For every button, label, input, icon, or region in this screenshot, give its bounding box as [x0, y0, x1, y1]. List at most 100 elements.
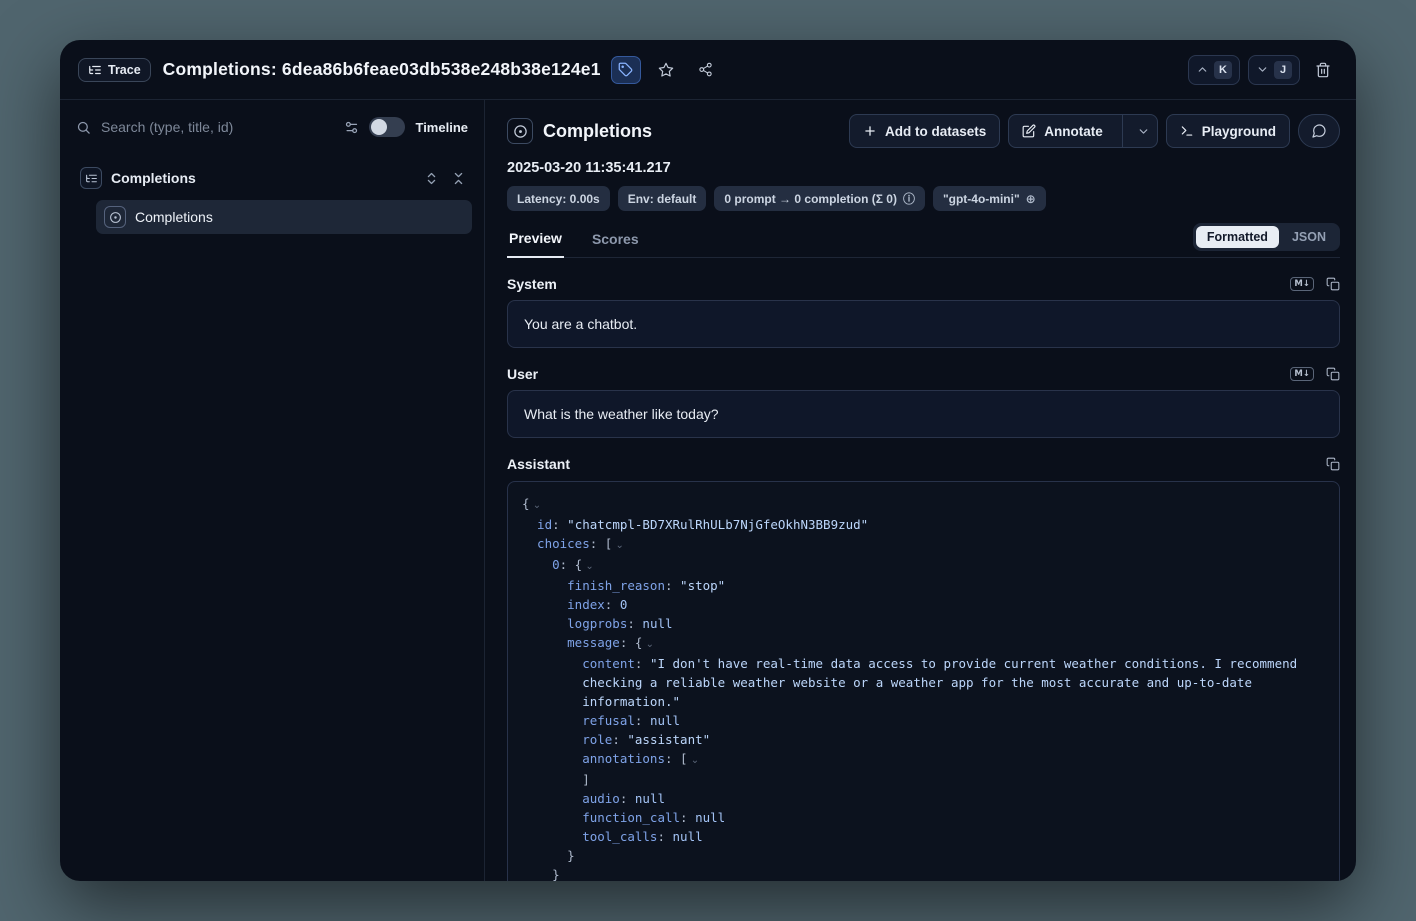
tree-item-trace-root[interactable]: Completions	[74, 162, 472, 194]
tag-button[interactable]	[611, 56, 641, 84]
user-label: User	[507, 366, 538, 382]
badge-label: Latency: 0.00s	[517, 192, 600, 206]
json-line: }	[522, 865, 1325, 881]
copy-assistant-button[interactable]	[1326, 457, 1340, 471]
delete-trace-button[interactable]	[1308, 56, 1338, 84]
keycap-k: K	[1214, 61, 1232, 79]
timeline-toggle[interactable]	[369, 117, 405, 137]
toggle-knob	[371, 119, 387, 135]
observation-actions: Add to datasets Annotate	[849, 114, 1340, 148]
json-line: id: "chatcmpl-BD7XRulRhULb7NjGfeOkhN3BB9…	[522, 515, 1325, 534]
star-icon	[658, 62, 674, 78]
json-token: "I don't have real-time data access to p…	[582, 656, 1305, 709]
markdown-toggle-icon[interactable]: M↓	[1290, 277, 1314, 291]
plus-circle-icon[interactable]: ⊕	[1026, 192, 1036, 206]
annotate-button[interactable]: Annotate	[1009, 115, 1114, 147]
json-token: message	[567, 635, 620, 650]
collapse-toggle-icon[interactable]: ⌄	[642, 639, 654, 650]
chevrons-up-down-icon	[424, 171, 439, 186]
comments-button[interactable]	[1298, 114, 1340, 148]
json-token: logprobs	[567, 616, 627, 631]
trace-timestamp: 2025-03-20 11:35:41.217	[507, 160, 1340, 176]
playground-button[interactable]: Playground	[1166, 114, 1290, 148]
trace-type-badge: Trace	[78, 58, 151, 82]
json-token: id	[537, 517, 552, 532]
split-divider	[1122, 115, 1123, 147]
view-options-button[interactable]	[344, 120, 359, 135]
json-token: {	[522, 496, 530, 511]
annotate-label: Annotate	[1044, 124, 1103, 139]
annotate-button-group: Annotate	[1008, 114, 1158, 148]
add-to-datasets-button[interactable]: Add to datasets	[849, 114, 1000, 148]
trace-detail-window: Trace Completions: 6dea86b6feae03db538e2…	[60, 40, 1356, 881]
share-button[interactable]	[691, 56, 721, 84]
tag-icon	[618, 62, 633, 77]
json-token: tool_calls	[582, 829, 657, 844]
system-label: System	[507, 276, 557, 292]
generation-node-icon	[104, 206, 126, 228]
observation-tree: Completions Completions	[60, 154, 484, 234]
json-token: :	[620, 791, 635, 806]
tab-scores[interactable]: Scores	[590, 225, 641, 257]
format-formatted-option[interactable]: Formatted	[1196, 226, 1279, 248]
tree-root-label: Completions	[111, 170, 196, 186]
star-button[interactable]	[651, 56, 681, 84]
trace-tree-icon	[88, 63, 102, 77]
badge-label: Env: default	[628, 192, 697, 206]
keycap-j: J	[1274, 61, 1292, 79]
search-row: Timeline	[60, 100, 484, 154]
trace-tree-sidebar: Timeline Completions	[60, 100, 485, 881]
assistant-message-section: Assistant { ⌄id: "chatcmpl-BD7XRulRhULb7…	[507, 456, 1340, 881]
expand-all-button[interactable]	[424, 171, 439, 186]
json-token: :	[635, 656, 650, 671]
json-token: :	[657, 829, 672, 844]
metadata-badge: 0 prompt → 0 completion (Σ 0) ⓘ	[714, 186, 925, 211]
info-icon[interactable]: ⓘ	[903, 190, 915, 207]
metadata-badge: "gpt-4o-mini"⊕	[933, 186, 1046, 211]
collapse-toggle-icon[interactable]: ⌄	[582, 561, 594, 572]
page-title: Completions: 6dea86b6feae03db538e248b38e…	[163, 59, 601, 80]
plus-icon	[863, 124, 877, 138]
prev-trace-button[interactable]: K	[1188, 55, 1240, 85]
json-line: }	[522, 846, 1325, 865]
copy-system-button[interactable]	[1326, 277, 1340, 291]
copy-user-button[interactable]	[1326, 367, 1340, 381]
json-line: content: "I don't have real-time data ac…	[522, 654, 1325, 711]
json-token: function_call	[582, 810, 680, 825]
json-token: "stop"	[680, 578, 725, 593]
collapse-all-button[interactable]	[451, 171, 466, 186]
observation-title: Completions	[543, 121, 652, 142]
tabs-row: Preview Scores Formatted JSON	[507, 223, 1340, 258]
collapse-toggle-icon[interactable]: ⌄	[612, 540, 624, 551]
json-token: annotations	[582, 751, 665, 766]
next-trace-button[interactable]: J	[1248, 55, 1300, 85]
chevron-down-icon	[1137, 125, 1150, 138]
tree-item-generation[interactable]: Completions	[96, 200, 472, 234]
sliders-icon	[344, 120, 359, 135]
copy-icon	[1326, 457, 1340, 471]
json-token: refusal	[582, 713, 635, 728]
terminal-icon	[1180, 124, 1194, 138]
json-token: ]	[582, 772, 590, 787]
collapse-toggle-icon[interactable]: ⌄	[688, 755, 700, 766]
timeline-label: Timeline	[415, 120, 468, 135]
markdown-toggle-icon[interactable]: M↓	[1290, 367, 1314, 381]
window-body: Timeline Completions	[60, 100, 1356, 881]
annotate-dropdown-button[interactable]	[1131, 115, 1157, 147]
user-message-content: What is the weather like today?	[507, 390, 1340, 438]
json-token: }	[567, 848, 575, 863]
json-token: :	[680, 810, 695, 825]
json-token: finish_reason	[567, 578, 665, 593]
titlebar: Trace Completions: 6dea86b6feae03db538e2…	[60, 40, 1356, 100]
tab-preview[interactable]: Preview	[507, 224, 564, 258]
json-line: { ⌄	[522, 494, 1325, 515]
metadata-badge: Latency: 0.00s	[507, 186, 610, 211]
badge-label: 0 prompt → 0 completion (Σ 0)	[724, 192, 897, 206]
collapse-toggle-icon[interactable]: ⌄	[530, 500, 542, 511]
assistant-json: { ⌄id: "chatcmpl-BD7XRulRhULb7NjGfeOkhN3…	[507, 481, 1340, 881]
json-token: choices	[537, 536, 590, 551]
json-line: annotations: [ ⌄	[522, 749, 1325, 770]
search-input[interactable]	[101, 119, 334, 135]
format-json-option[interactable]: JSON	[1281, 226, 1337, 248]
add-to-datasets-label: Add to datasets	[885, 124, 986, 139]
